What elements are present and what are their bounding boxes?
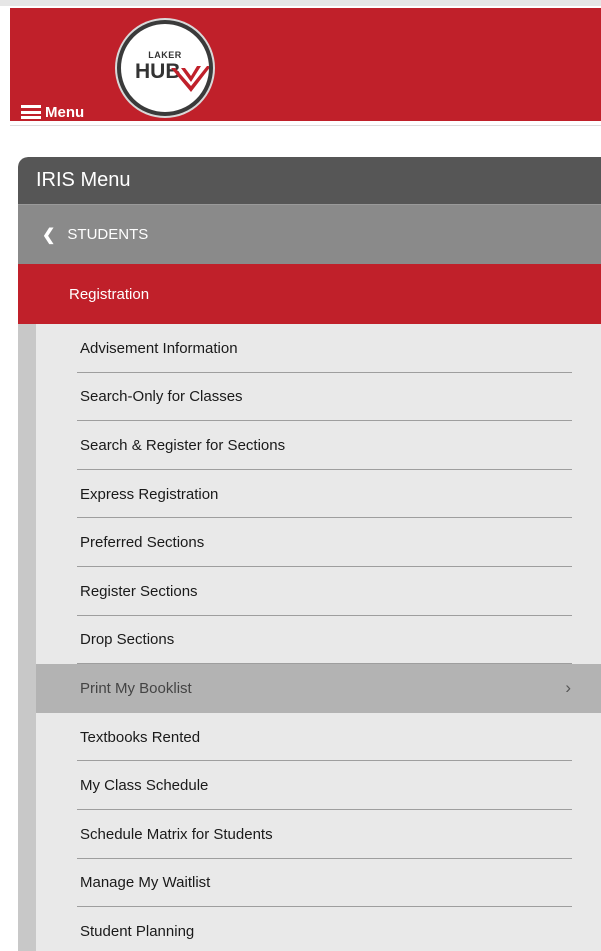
laker-hub-logo[interactable]: LAKER HUB (117, 20, 213, 116)
menu-item-label: My Class Schedule (80, 777, 209, 795)
menu-item-student-planning[interactable]: Student Planning (36, 907, 601, 951)
menu-item-advisement-information[interactable]: Advisement Information (36, 324, 601, 373)
breadcrumb-label: STUDENTS (67, 226, 149, 243)
menu-item-schedule-matrix[interactable]: Schedule Matrix for Students (36, 810, 601, 859)
menu-item-print-my-booklist[interactable]: Print My Booklist › (36, 664, 601, 713)
section-registration[interactable]: Registration (18, 264, 601, 324)
logo-top-text: LAKER (148, 50, 182, 60)
header-underline (10, 121, 601, 126)
menu-item-manage-my-waitlist[interactable]: Manage My Waitlist (36, 859, 601, 908)
section-label: Registration (69, 285, 150, 303)
chevron-right-icon: › (565, 678, 571, 698)
menu-item-label: Student Planning (80, 922, 195, 940)
menu-item-label: Drop Sections (80, 631, 175, 649)
menu-item-label: Search-Only for Classes (80, 388, 243, 406)
menu-button[interactable]: Menu (21, 102, 84, 122)
iris-menu-panel: IRIS Menu ❮ STUDENTS Registration Advise… (18, 157, 601, 951)
menu-item-label: Manage My Waitlist (80, 874, 211, 892)
logo-mark-icon (171, 66, 209, 92)
menu-item-register-sections[interactable]: Register Sections (36, 567, 601, 616)
menu-item-label: Preferred Sections (80, 534, 205, 552)
menu-item-search-only-classes[interactable]: Search-Only for Classes (36, 373, 601, 422)
menu-item-label: Textbooks Rented (80, 728, 201, 746)
list-indent-bar (18, 324, 36, 951)
menu-item-my-class-schedule[interactable]: My Class Schedule (36, 761, 601, 810)
menu-item-label: Search & Register for Sections (80, 436, 286, 454)
panel-title: IRIS Menu (18, 157, 601, 204)
registration-item-list: Advisement Information Search-Only for C… (18, 324, 601, 951)
menu-item-label: Schedule Matrix for Students (80, 825, 273, 843)
app-header: LAKER HUB Menu (10, 8, 601, 121)
menu-item-express-registration[interactable]: Express Registration (36, 470, 601, 519)
breadcrumb-back-students[interactable]: ❮ STUDENTS (18, 204, 601, 264)
menu-item-drop-sections[interactable]: Drop Sections (36, 616, 601, 665)
menu-item-search-register-sections[interactable]: Search & Register for Sections (36, 421, 601, 470)
menu-item-textbooks-rented[interactable]: Textbooks Rented (36, 713, 601, 762)
menu-item-label: Register Sections (80, 582, 198, 600)
hamburger-icon (21, 105, 41, 119)
menu-item-label: Print My Booklist (80, 679, 192, 697)
menu-item-label: Advisement Information (80, 339, 238, 357)
top-rule (0, 0, 601, 6)
menu-item-preferred-sections[interactable]: Preferred Sections (36, 518, 601, 567)
chevron-left-icon: ❮ (42, 226, 56, 244)
menu-item-label: Express Registration (80, 485, 219, 503)
menu-label: Menu (45, 103, 85, 121)
